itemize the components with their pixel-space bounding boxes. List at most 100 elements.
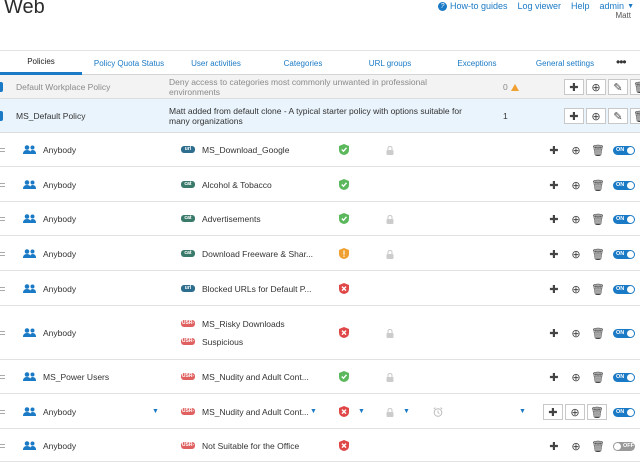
rule-row[interactable]: Anybody cat Download Freeware & Shar... ✚ ⊕ 🗑…	[0, 236, 640, 271]
action-dropdown-chevron-icon[interactable]: ▼	[358, 408, 365, 415]
delete-icon[interactable]: 🗑	[587, 178, 609, 192]
type-badge: cat	[181, 181, 195, 188]
delete-icon[interactable]: 🗑	[587, 247, 609, 261]
delete-icon[interactable]: 🗑	[587, 404, 607, 420]
add-icon[interactable]: ✚	[543, 404, 563, 420]
drag-handle-icon[interactable]	[0, 286, 5, 292]
tab-categories[interactable]: Categories	[270, 51, 336, 75]
policy-row-ms-default[interactable]: MS_Default Policy Matt added from defaul…	[0, 99, 640, 133]
policy-actions: ✚ ⊕ ✎ 🗑	[564, 108, 640, 124]
drag-handle-icon[interactable]	[0, 147, 5, 153]
users-icon	[23, 180, 36, 189]
enable-toggle[interactable]: ON	[613, 215, 635, 224]
add-icon[interactable]: ✚	[543, 439, 565, 453]
rule-row[interactable]: Anybody USR-A MS_Risky Downloads USR-A Suspi…	[0, 306, 640, 360]
delete-icon[interactable]: 🗑	[587, 282, 609, 296]
tab-bar: Policies Policy Quota Status User activi…	[0, 50, 640, 75]
tab-policy-quota-status[interactable]: Policy Quota Status	[90, 51, 168, 75]
add-icon[interactable]: ✚	[543, 370, 565, 384]
edit-button[interactable]: ✎	[608, 108, 628, 124]
howto-link[interactable]: ? How-to guides	[437, 0, 508, 12]
toggle-label: ON	[616, 147, 625, 153]
tab-exceptions[interactable]: Exceptions	[447, 51, 507, 75]
header: Web ? How-to guides Log viewer Help admin…	[0, 0, 640, 46]
clone-icon[interactable]: ⊕	[565, 282, 587, 296]
rule-target: MS_Risky Downloads	[202, 319, 285, 329]
clone-button[interactable]: ⊕	[586, 108, 606, 124]
rule-row[interactable]: Anybody url MS_Download_Google ✚ ⊕ 🗑 ON	[0, 133, 640, 167]
enable-toggle[interactable]: OFF	[613, 442, 635, 451]
delete-icon[interactable]: 🗑	[587, 212, 609, 226]
enable-toggle[interactable]: ON	[613, 373, 635, 382]
enable-toggle[interactable]: ON	[613, 181, 635, 190]
rule-row[interactable]: Anybody cat Advertisements ✚ ⊕ 🗑 ON	[0, 202, 640, 236]
rule-row[interactable]: MS_Power Users USR-A MS_Nudity and Adult C…	[0, 360, 640, 394]
drag-handle-icon[interactable]	[0, 409, 5, 415]
add-icon[interactable]: ✚	[543, 282, 565, 296]
users-icon	[23, 284, 36, 293]
tab-user-activities[interactable]: User activities	[180, 51, 252, 75]
rule-user: Anybody	[43, 284, 77, 294]
add-icon[interactable]: ✚	[543, 143, 565, 157]
target-dropdown-chevron-icon[interactable]: ▼	[310, 408, 317, 415]
drag-handle-icon[interactable]	[0, 330, 5, 336]
drag-handle-icon[interactable]	[0, 374, 5, 380]
add-icon[interactable]: ✚	[543, 212, 565, 226]
enable-toggle[interactable]: ON	[613, 329, 635, 338]
rule-actions: ✚ ⊕ 🗑	[543, 404, 609, 420]
clone-icon[interactable]: ⊕	[565, 247, 587, 261]
shield-allow-icon	[339, 179, 349, 190]
rule-row[interactable]: Anybody url Blocked URLs for Default P... ✚…	[0, 271, 640, 306]
users-icon	[23, 441, 36, 450]
clone-button[interactable]: ⊕	[586, 79, 606, 95]
delete-icon[interactable]: 🗑	[587, 143, 609, 157]
policy-row-default[interactable]: Default Workplace Policy Deny access to …	[0, 75, 640, 99]
clone-icon[interactable]: ⊕	[565, 370, 587, 384]
user-dropdown-chevron-icon[interactable]: ▼	[152, 408, 159, 415]
rule-row[interactable]: Anybody cat Alcohol & Tobacco ✚ ⊕ 🗑 ON	[0, 167, 640, 202]
drag-handle-icon[interactable]	[0, 216, 5, 222]
enable-toggle[interactable]: ON	[613, 250, 635, 259]
logviewer-link[interactable]: Log viewer	[518, 0, 562, 12]
delete-button[interactable]: 🗑	[630, 79, 640, 95]
policy-description: Deny access to categories most commonly …	[169, 77, 427, 97]
drag-handle-icon[interactable]	[0, 443, 5, 449]
clone-icon[interactable]: ⊕	[565, 178, 587, 192]
rule-row[interactable]: Anybody USR-A MS_Nudity and Adult Cont... ▼…	[0, 394, 640, 429]
clone-icon[interactable]: ⊕	[565, 439, 587, 453]
schedule-dropdown-chevron-icon[interactable]: ▼	[519, 408, 526, 415]
rule-row[interactable]: Anybody USR-A Not Suitable for the Office ✚…	[0, 429, 640, 462]
help-link[interactable]: Help	[571, 0, 590, 12]
lock-dropdown-chevron-icon[interactable]: ▼	[403, 408, 410, 415]
rule-target: Suspicious	[202, 337, 244, 347]
enable-toggle[interactable]: ON	[613, 408, 635, 417]
clone-icon[interactable]: ⊕	[565, 326, 587, 340]
rule-user: Anybody	[43, 145, 77, 155]
tab-general-settings[interactable]: General settings	[530, 51, 600, 75]
add-rule-button[interactable]: ✚	[564, 79, 584, 95]
add-icon[interactable]: ✚	[543, 247, 565, 261]
clone-icon[interactable]: ⊕	[565, 143, 587, 157]
enable-toggle[interactable]: ON	[613, 146, 635, 155]
delete-icon[interactable]: 🗑	[587, 370, 609, 384]
drag-handle-icon[interactable]	[0, 251, 5, 257]
delete-icon[interactable]: 🗑	[587, 439, 609, 453]
rule-target: Alcohol & Tobacco	[202, 180, 272, 190]
expand-handle[interactable]	[0, 111, 3, 121]
drag-handle-icon[interactable]	[0, 182, 5, 188]
enable-toggle[interactable]: ON	[613, 285, 635, 294]
add-icon[interactable]: ✚	[543, 178, 565, 192]
tab-policies[interactable]: Policies	[0, 51, 82, 75]
tab-url-groups[interactable]: URL groups	[360, 51, 420, 75]
expand-handle[interactable]	[0, 82, 3, 92]
add-rule-button[interactable]: ✚	[564, 108, 584, 124]
add-icon[interactable]: ✚	[543, 326, 565, 340]
more-icon[interactable]: •••	[616, 55, 627, 69]
clone-icon[interactable]: ⊕	[565, 404, 585, 420]
top-links: ? How-to guides Log viewer Help admin ▼	[437, 0, 634, 12]
delete-icon[interactable]: 🗑	[587, 326, 609, 340]
delete-button[interactable]: 🗑	[630, 108, 640, 124]
type-badge: url	[181, 285, 195, 292]
clone-icon[interactable]: ⊕	[565, 212, 587, 226]
edit-button[interactable]: ✎	[608, 79, 628, 95]
